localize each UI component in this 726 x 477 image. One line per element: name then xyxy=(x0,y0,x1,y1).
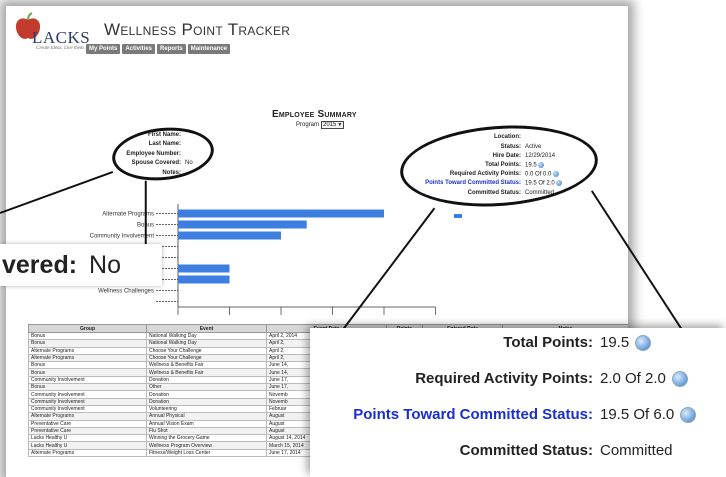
zoom-covered-value: No xyxy=(89,250,122,279)
nav-activities[interactable]: Activities xyxy=(122,44,156,54)
zoom-required-row: Required Activity Points: 2.0 Of 2.0 xyxy=(310,370,726,390)
table-cell: Lacks Healthy U xyxy=(28,441,147,450)
nav-reports[interactable]: Reports xyxy=(157,44,186,54)
table-cell: Winning the Grocery Game xyxy=(146,434,267,443)
table-cell: Choose Your Challenge xyxy=(146,353,267,363)
zoom-total-value: 19.5 xyxy=(600,334,652,352)
program-row: Program 2015 ▼ xyxy=(296,121,345,129)
table-cell: Bonus xyxy=(28,368,147,377)
table-cell: Annual Vision Exam xyxy=(146,419,267,428)
zoom-total-row: Total Points: 19.5 xyxy=(310,334,726,354)
chart-bar[interactable] xyxy=(178,220,307,229)
zoom-required-value: 2.0 Of 2.0 xyxy=(600,370,688,388)
table-cell: Flu Shot xyxy=(146,426,267,436)
table-header-cell[interactable]: Event xyxy=(146,324,267,333)
zoom-total-label: Total Points: xyxy=(503,334,593,351)
chart-bar[interactable] xyxy=(178,231,281,240)
table-cell: Volunteering xyxy=(146,404,267,414)
zoom-required-label: Required Activity Points: xyxy=(415,370,593,387)
table-cell: Lacks Healthy U xyxy=(28,434,147,443)
zoom-inset-points: Total Points: 19.5 Required Activity Poi… xyxy=(310,328,726,477)
table-cell: Alternate Programs xyxy=(28,412,147,421)
table-cell: Wellness Program Overview xyxy=(146,441,267,450)
table-cell: Bonus xyxy=(28,339,147,348)
summary-title: Employee Summary xyxy=(272,109,357,120)
program-select[interactable]: 2015 ▼ xyxy=(321,121,345,129)
table-cell: Fitness/Weight Loss Center xyxy=(146,448,267,458)
logo-tagline: Create Ideas. Live them. xyxy=(36,46,85,51)
table-cell: Donation xyxy=(146,390,267,399)
callout-line-left-down xyxy=(145,180,147,253)
table-cell: Community Involvement xyxy=(28,404,147,414)
program-label: Program xyxy=(296,122,320,128)
nav-maintenance[interactable]: Maintenance xyxy=(187,44,231,54)
table-cell: Bonus xyxy=(28,361,147,370)
y-tick-label: Wellness Challenges xyxy=(98,289,154,295)
logo-text: LACKS xyxy=(32,28,91,47)
zoom-committed-status-label: Committed Status: xyxy=(459,442,593,459)
main-nav: My Points Activities Reports Maintenance xyxy=(86,44,231,54)
table-cell: Wellness & Benefits Fair xyxy=(146,368,267,377)
app-title: Wellness Point Tracker xyxy=(104,20,291,39)
table-cell: Donation xyxy=(146,375,267,385)
table-cell: Alternate Programs xyxy=(28,353,147,363)
table-cell: Wellness & Benefits Fair xyxy=(146,361,267,370)
table-cell: Community Involvement xyxy=(28,375,147,385)
table-cell: Other xyxy=(146,383,267,392)
help-icon[interactable] xyxy=(680,407,697,424)
table-header-cell[interactable]: Group xyxy=(28,324,147,333)
chart-bar[interactable] xyxy=(178,209,384,218)
table-cell: Bonus xyxy=(28,331,147,341)
chart-bar[interactable] xyxy=(178,264,230,273)
table-cell: Community Involvement xyxy=(28,397,147,406)
program-value: 2015 xyxy=(323,122,337,128)
table-cell: Donation xyxy=(146,397,267,406)
nav-my-points[interactable]: My Points xyxy=(86,44,121,54)
table-cell: Community Involvement xyxy=(28,390,147,399)
table-cell: Alternate Programs xyxy=(28,448,147,458)
chart-bar[interactable] xyxy=(178,275,230,284)
zoom-committed-status-value: Committed xyxy=(600,442,673,459)
legend-swatch xyxy=(454,214,462,218)
help-icon[interactable] xyxy=(671,371,688,388)
zoom-committed-points-label[interactable]: Points Toward Committed Status: xyxy=(353,406,593,423)
help-icon[interactable] xyxy=(635,335,652,352)
table-cell: Preventative Care xyxy=(28,419,147,428)
table-cell: Choose Your Challenge xyxy=(146,346,267,355)
table-cell: Bonus xyxy=(28,383,147,392)
zoom-inset-spouse-covered: vered: No xyxy=(0,244,162,286)
zoom-committed-points-value: 19.5 Of 6.0 xyxy=(600,406,697,424)
table-cell: Alternate Programs xyxy=(28,346,147,355)
zoom-committed-points-row: Points Toward Committed Status: 19.5 Of … xyxy=(310,406,726,426)
zoom-committed-status-row: Committed Status: Committed xyxy=(310,442,726,462)
company-logo[interactable]: LACKS Create Ideas. Live them. xyxy=(14,12,92,51)
chevron-down-icon: ▼ xyxy=(337,122,343,128)
table-cell: National Walking Day xyxy=(146,339,267,348)
table-cell: Annual Physical xyxy=(146,412,267,421)
zoom-covered-label: vered: xyxy=(2,250,78,279)
table-cell: National Walking Day xyxy=(146,331,267,341)
table-cell: Preventative Care xyxy=(28,426,147,436)
